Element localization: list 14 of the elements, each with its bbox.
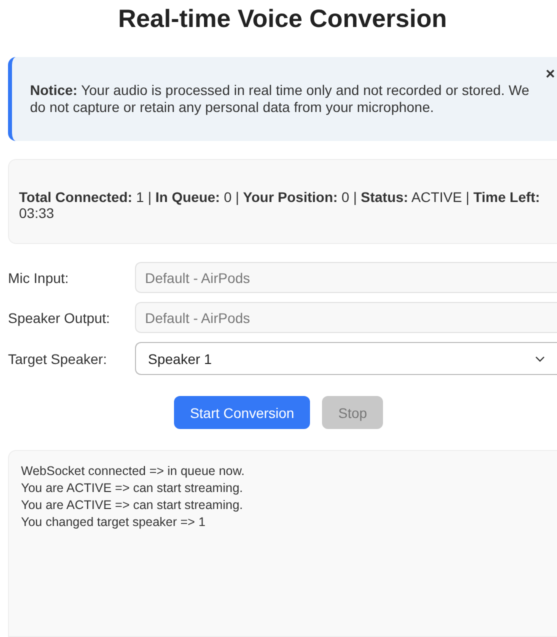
close-button[interactable]: × <box>546 67 555 83</box>
field-label: Target Speaker: <box>8 350 108 366</box>
chevron-icon <box>535 356 545 362</box>
action-button[interactable]: Start Conversion <box>174 396 310 429</box>
log-line: You changed target speaker => 1 <box>21 514 206 531</box>
field-label: Mic Input: <box>8 270 70 286</box>
status-text: Total Connected: 1 | In Queue: 0 | Your Position: 0 | Status: ACTIVE | Time Left: 03:33 <box>19 189 541 221</box>
dropdown[interactable]: Speaker 1 <box>135 342 557 375</box>
log-line: You are ACTIVE => can start streaming. <box>21 497 244 514</box>
page-title: Real-time Voice Conversion <box>117 4 448 35</box>
notice-text: Notice: Your audio is processed in real time only and not recorded or stored. We do not capture or retain any personal data from your microphone. <box>30 82 530 116</box>
field-label: Speaker Output: <box>8 310 111 326</box>
log-line: WebSocket connected => in queue now. <box>21 463 246 480</box>
log-line: You are ACTIVE => can start streaming. <box>21 480 244 497</box>
